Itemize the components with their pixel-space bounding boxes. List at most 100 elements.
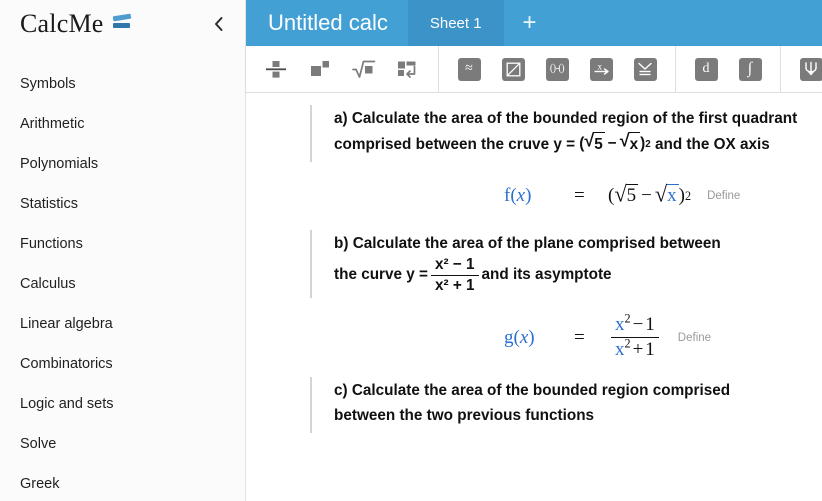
problem-b-line-2-prefix: the curve y = — [334, 266, 428, 284]
sidebar-item-calculus[interactable]: Calculus — [0, 264, 245, 304]
fn-letter: f — [504, 184, 511, 206]
approximately-equal-icon[interactable]: ≈ — [447, 49, 491, 89]
fn-arg: x — [516, 184, 526, 206]
fraction-icon[interactable] — [254, 49, 298, 89]
fraction-denominator: x2 +1 — [611, 337, 659, 361]
problem-statement-c[interactable]: c) Calculate the area of the bounded reg… — [246, 371, 822, 439]
radicand-x: x — [666, 184, 679, 207]
num-const: 1 — [645, 314, 655, 336]
fraction-denominator: x² + 1 — [430, 274, 479, 295]
derivative-glyph: d — [702, 61, 710, 76]
sidebar-item-greek[interactable]: Greek — [0, 464, 245, 501]
sidebar-item-label: Calculus — [20, 276, 76, 292]
problem-text-a: a) Calculate the area of the bounded reg… — [312, 105, 797, 162]
integral-icon[interactable]: ∫ — [728, 49, 772, 89]
problem-statement-a[interactable]: a) Calculate the area of the bounded reg… — [246, 99, 822, 168]
define-label-f: Define — [707, 189, 741, 202]
radicand-5: 5 — [593, 131, 605, 158]
chevron-left-icon[interactable] — [205, 11, 231, 37]
sidebar-item-solve[interactable]: Solve — [0, 424, 245, 464]
sidebar-item-statistics[interactable]: Statistics — [0, 184, 245, 224]
sidebar-item-linear-algebra[interactable]: Linear algebra — [0, 304, 245, 344]
sidebar-item-label: Polynomials — [20, 156, 99, 172]
matrix-newline-icon[interactable] — [386, 49, 430, 89]
evaluate-slash-icon[interactable] — [491, 49, 535, 89]
equals-sign: = — [574, 184, 585, 206]
problem-statement-b[interactable]: b) Calculate the area of the plane compr… — [246, 224, 822, 305]
sidebar-item-label: Combinatorics — [20, 356, 113, 372]
superscript-icon[interactable] — [298, 49, 342, 89]
num-op: − — [632, 314, 644, 336]
problem-text-c: c) Calculate the area of the bounded reg… — [312, 377, 730, 433]
toolbar: ≈ ()-() x d ∫ — [246, 46, 822, 93]
den-const: 1 — [645, 339, 655, 361]
square-root-icon[interactable] — [342, 49, 386, 89]
add-sheet-button[interactable]: + — [504, 0, 556, 46]
toolbar-group-operations: ≈ ()-() x — [439, 46, 675, 92]
limit-icon[interactable] — [789, 49, 822, 89]
app-logo[interactable]: CalcMe — [20, 9, 134, 39]
problem-a-line-1: a) Calculate the area of the bounded reg… — [334, 110, 798, 127]
sidebar-item-label: Arithmetic — [20, 116, 85, 132]
sidebar-item-arithmetic[interactable]: Arithmetic — [0, 104, 245, 144]
problem-a-expression: (√ 5− √ x) 2 — [575, 131, 655, 158]
problem-text-b: b) Calculate the area of the plane compr… — [312, 230, 721, 299]
sidebar-item-label: Logic and sets — [20, 396, 114, 412]
problem-a-line-2-prefix: comprised between the cruve y = — [334, 135, 576, 153]
solve-x-icon[interactable]: x — [579, 49, 623, 89]
sidebar-item-label: Symbols — [20, 76, 76, 92]
sidebar-item-label: Statistics — [20, 196, 79, 212]
num-exp: 2 — [624, 312, 631, 327]
problem-c-line-2: between the two previous functions — [334, 406, 595, 424]
sidebar-item-functions[interactable]: Functions — [0, 224, 245, 264]
sidebar-item-label: Greek — [20, 476, 60, 492]
definition-row-f[interactable]: f(x) = (√ 5− √ x) 2 Define — [246, 168, 822, 224]
toolbar-group-structures — [246, 46, 438, 92]
den-var: x — [615, 339, 625, 361]
integral-glyph: ∫ — [747, 60, 753, 77]
sidebar-item-logic-and-sets[interactable]: Logic and sets — [0, 384, 245, 424]
tab-sheet-1[interactable]: Sheet 1 — [407, 0, 504, 46]
radicand-5: 5 — [625, 184, 639, 207]
calcme-logo-icon — [112, 13, 134, 31]
problem-c-line-1: c) Calculate the area of the bounded reg… — [334, 382, 731, 400]
document-title[interactable]: Untitled calc — [246, 0, 408, 46]
den-exp: 2 — [624, 336, 631, 351]
fraction-numerator: x2−1 — [611, 312, 659, 337]
tab-label: Sheet 1 — [429, 14, 482, 32]
num-var: x — [615, 314, 625, 336]
sidebar-item-label: Solve — [20, 436, 57, 452]
sidebar-item-label: Functions — [20, 236, 83, 252]
expression-fraction: x2−1 x2 +1 — [611, 312, 659, 361]
equals-sign: = — [574, 326, 585, 348]
approx-glyph: ≈ — [465, 61, 473, 76]
function-expression-f[interactable]: (√ 5− √ x) 2 — [608, 183, 691, 207]
app-header: Untitled calc Sheet 1 + — [246, 0, 822, 46]
sidebar: CalcMe Symbols Arithmetic Polynomials St… — [0, 0, 246, 501]
fn-letter: g — [504, 326, 514, 348]
sidebar-item-polynomials[interactable]: Polynomials — [0, 144, 245, 184]
minus-sign: − — [641, 184, 652, 206]
svg-text:x: x — [597, 61, 602, 71]
sidebar-item-symbols[interactable]: Symbols — [0, 64, 245, 104]
define-label-g: Define — [677, 331, 712, 344]
problem-a-line-2: comprised between the cruve y = (√ 5− √ x) 2… — [334, 131, 797, 158]
den-op: + — [632, 339, 644, 361]
fn-arg: x — [519, 326, 529, 348]
calcme-app: CalcMe Symbols Arithmetic Polynomials St… — [0, 0, 822, 501]
problem-b-line-2-suffix: and its asymptote — [481, 266, 612, 284]
definition-row-g[interactable]: g(x) = x2−1 x2 +1 Define — [246, 304, 822, 371]
interval-icon[interactable]: ()-() — [535, 49, 579, 89]
toolbar-group-limit — [781, 46, 822, 92]
sidebar-item-label: Linear algebra — [20, 316, 113, 332]
toolbar-group-calculus: d ∫ — [676, 46, 780, 92]
sidebar-menu: Symbols Arithmetic Polynomials Statistic… — [0, 48, 245, 501]
check-list-icon[interactable] — [623, 49, 667, 89]
function-name-f: f(x) — [504, 184, 532, 206]
derivative-icon[interactable]: d — [684, 49, 728, 89]
sidebar-item-combinatorics[interactable]: Combinatorics — [0, 344, 245, 384]
fraction-numerator: x² − 1 — [434, 256, 475, 274]
interval-glyph: ()-() — [549, 63, 565, 74]
function-expression-g[interactable]: x2−1 x2 +1 — [608, 312, 662, 361]
main-area: Untitled calc Sheet 1 + ≈ ()-() x d ∫ a)… — [246, 0, 822, 501]
